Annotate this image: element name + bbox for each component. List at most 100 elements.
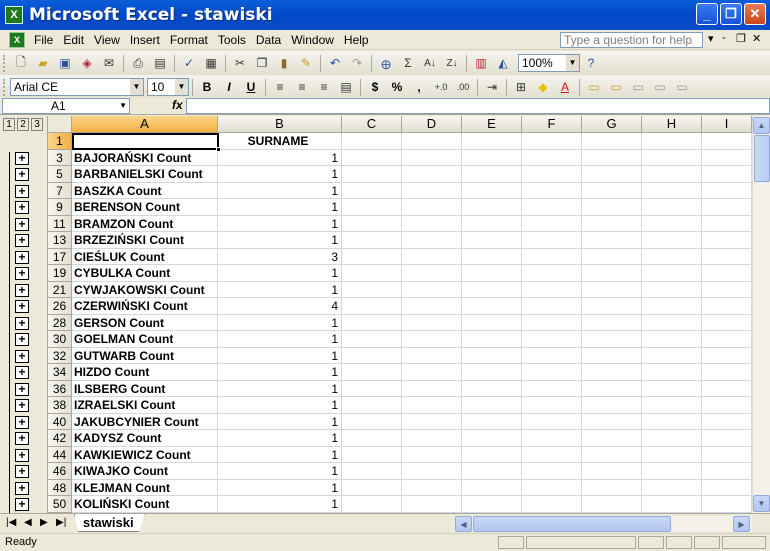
cell-surname-count[interactable]: JAKUBCYNIER Count [72, 413, 218, 430]
empty-cell[interactable] [462, 380, 522, 397]
cell-count-value[interactable]: 1 [218, 331, 342, 348]
fill-handle[interactable] [216, 147, 221, 152]
cell-count-value[interactable]: 1 [218, 413, 342, 430]
cell-surname-count[interactable]: HIZDO Count [72, 364, 218, 381]
empty-cell[interactable] [402, 430, 462, 447]
empty-cell[interactable] [642, 446, 702, 463]
empty-cell[interactable] [462, 364, 522, 381]
empty-cell[interactable] [582, 380, 642, 397]
empty-cell[interactable] [402, 364, 462, 381]
next-sheet-icon[interactable]: ▶ [40, 517, 48, 528]
empty-cell[interactable] [582, 347, 642, 364]
row-header[interactable]: 36 [48, 380, 72, 397]
borders-icon[interactable]: ⊞ [511, 78, 531, 96]
empty-cell[interactable] [402, 413, 462, 430]
empty-cell[interactable] [462, 463, 522, 480]
vertical-scroll-thumb[interactable] [754, 135, 770, 182]
empty-cell[interactable] [462, 248, 522, 265]
align-left-icon[interactable]: ≡ [270, 78, 290, 96]
spelling-icon[interactable]: ✓ [179, 54, 199, 72]
cell-count-value[interactable]: 1 [218, 215, 342, 232]
empty-cell[interactable] [642, 496, 702, 513]
row-header[interactable]: 11 [48, 215, 72, 232]
column-header-g[interactable]: G [582, 116, 642, 133]
empty-cell[interactable] [462, 166, 522, 183]
empty-cell[interactable] [702, 298, 752, 315]
column-header-f[interactable]: F [522, 116, 582, 133]
cut-icon[interactable]: ✂ [230, 54, 250, 72]
empty-cell[interactable] [342, 430, 402, 447]
name-box[interactable]: A1 ▼ [2, 98, 130, 114]
empty-cell[interactable] [702, 496, 752, 513]
empty-cell[interactable] [642, 463, 702, 480]
accept-change-icon[interactable]: ▭ [650, 78, 670, 96]
empty-cell[interactable] [642, 149, 702, 166]
empty-cell[interactable] [582, 413, 642, 430]
paste-icon[interactable]: ▮ [274, 54, 294, 72]
empty-cell[interactable] [642, 298, 702, 315]
row-header[interactable]: 21 [48, 281, 72, 298]
decrease-decimal-icon[interactable]: .00 [453, 78, 473, 96]
empty-cell[interactable] [702, 347, 752, 364]
expand-group-button[interactable]: + [15, 168, 29, 181]
row-header[interactable]: 9 [48, 199, 72, 216]
row-header[interactable]: 38 [48, 397, 72, 414]
expand-group-button[interactable]: + [15, 399, 29, 412]
empty-cell[interactable] [702, 265, 752, 282]
empty-cell[interactable] [342, 331, 402, 348]
cell-count-value[interactable]: 1 [218, 314, 342, 331]
empty-cell[interactable] [462, 215, 522, 232]
empty-cell[interactable] [402, 133, 462, 150]
empty-cell[interactable] [522, 479, 582, 496]
cell-count-value[interactable]: 1 [218, 446, 342, 463]
row-header[interactable]: 32 [48, 347, 72, 364]
empty-cell[interactable] [702, 413, 752, 430]
row-header[interactable]: 30 [48, 331, 72, 348]
track-changes-icon[interactable]: ▭ [628, 78, 648, 96]
cell-count-value[interactable]: 4 [218, 298, 342, 315]
empty-cell[interactable] [342, 149, 402, 166]
empty-cell[interactable] [462, 281, 522, 298]
open-icon[interactable]: ▰ [33, 54, 53, 72]
empty-cell[interactable] [342, 314, 402, 331]
row-header[interactable]: 19 [48, 265, 72, 282]
empty-cell[interactable] [342, 265, 402, 282]
empty-cell[interactable] [702, 314, 752, 331]
cell-count-value[interactable]: 1 [218, 199, 342, 216]
expand-group-button[interactable]: + [15, 481, 29, 495]
empty-cell[interactable] [402, 496, 462, 513]
menu-data[interactable]: Data [251, 33, 286, 47]
horizontal-scrollbar[interactable]: ◀ ▶ [455, 516, 752, 532]
format-painter-icon[interactable]: ✎ [296, 54, 316, 72]
empty-cell[interactable] [522, 298, 582, 315]
empty-cell[interactable] [462, 133, 522, 150]
save-icon[interactable]: ▣ [55, 54, 75, 72]
menu-help[interactable]: Help [339, 33, 374, 47]
expand-group-button[interactable]: + [15, 498, 29, 511]
empty-cell[interactable] [642, 413, 702, 430]
empty-cell[interactable] [522, 314, 582, 331]
row-header[interactable]: 46 [48, 463, 72, 480]
empty-cell[interactable] [522, 149, 582, 166]
empty-cell[interactable] [402, 182, 462, 199]
print-icon[interactable]: ⎙ [128, 54, 148, 72]
expand-group-button[interactable]: + [15, 151, 29, 165]
menu-window[interactable]: Window [286, 33, 339, 47]
empty-cell[interactable] [402, 215, 462, 232]
row-header[interactable]: 42 [48, 430, 72, 447]
empty-cell[interactable] [522, 397, 582, 414]
workbook-close-button[interactable]: ✕ [752, 32, 761, 45]
empty-cell[interactable] [342, 281, 402, 298]
close-button[interactable]: ✕ [744, 3, 766, 25]
menu-format[interactable]: Format [165, 33, 213, 47]
expand-group-button[interactable]: + [15, 201, 29, 214]
new-icon[interactable]: 🗋 [11, 54, 31, 72]
font-size-select[interactable]: 10 ▼ [147, 78, 189, 96]
chevron-down-icon[interactable]: ▼ [130, 79, 143, 95]
cell-count-value[interactable]: 1 [218, 479, 342, 496]
column-header-a[interactable]: A [72, 116, 218, 133]
cell-count-value[interactable]: 1 [218, 265, 342, 282]
chevron-down-icon[interactable]: ▼ [175, 79, 188, 95]
select-all-corner[interactable] [48, 116, 72, 133]
empty-cell[interactable] [462, 397, 522, 414]
